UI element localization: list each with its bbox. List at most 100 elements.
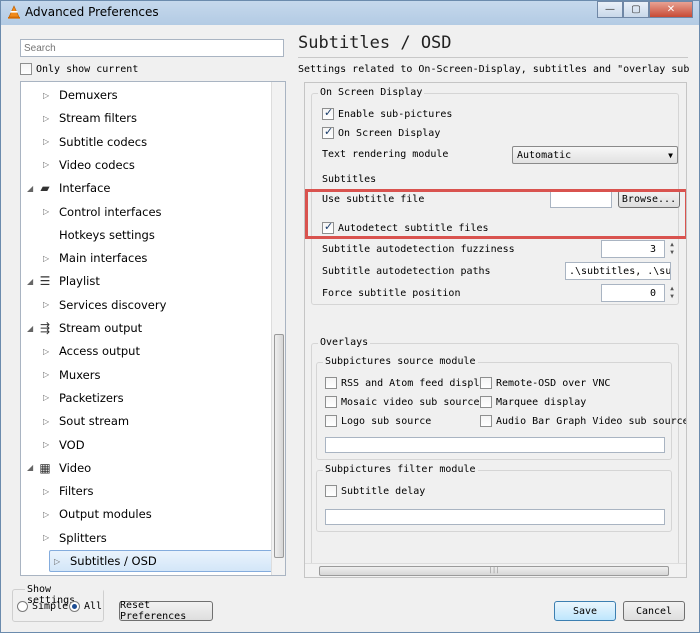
tree-item[interactable]: ▷ Packetizers [21, 387, 271, 409]
tree-item[interactable]: ◢ ▦ Video [21, 457, 271, 479]
tree-item[interactable]: ▷ Control interfaces [21, 201, 271, 223]
tree-item[interactable]: ▷ Subtitle codecs [21, 131, 271, 153]
tree-item[interactable]: ▷ Services discovery [21, 294, 271, 316]
tree-item-label: Video codecs [59, 157, 135, 172]
remote-osd-label: Remote-OSD over VNC [496, 377, 611, 389]
collapse-arrow-icon[interactable]: ▷ [43, 417, 53, 426]
collapse-arrow-icon[interactable]: ▷ [43, 207, 53, 216]
autodetect-paths-input[interactable]: .\subtitles, .\subs [565, 262, 671, 280]
collapse-arrow-icon[interactable]: ▷ [43, 254, 53, 263]
subtitle-delay-option[interactable]: Subtitle delay [325, 485, 425, 497]
subtitle-delay-checkbox[interactable] [325, 485, 337, 497]
enable-subpictures-option[interactable]: Enable sub-pictures [322, 106, 452, 120]
subpictures-filter-group: Subpictures filter module Subtitle delay [316, 464, 672, 532]
on-screen-display-option[interactable]: On Screen Display [322, 125, 441, 139]
tree-item[interactable]: ▷ Filters [21, 480, 271, 502]
tree-scroll-thumb[interactable] [274, 334, 284, 558]
tree-scrollbar[interactable] [271, 82, 285, 575]
only-show-current-label: Only show current [36, 63, 139, 75]
marquee-checkbox[interactable] [480, 396, 492, 408]
logo-option[interactable]: Logo sub source [325, 415, 431, 427]
audio-bar-graph-option[interactable]: Audio Bar Graph Video sub source [480, 415, 686, 427]
collapse-arrow-icon[interactable]: ▷ [43, 533, 53, 542]
settings-scroll-area[interactable]: On Screen Display Enable sub-pictures On… [304, 82, 687, 578]
remote-osd-checkbox[interactable] [480, 377, 492, 389]
collapse-arrow-icon[interactable]: ▷ [43, 440, 53, 449]
collapse-arrow-icon[interactable]: ▷ [43, 347, 53, 356]
collapse-arrow-icon[interactable]: ▷ [43, 370, 53, 379]
category-tree[interactable]: ▷ Subtitles / OSD ▷ Splitters ▷ Output module… [20, 81, 286, 576]
chevron-down-icon: ▼ [668, 150, 673, 160]
enable-subpictures-checkbox[interactable] [322, 106, 334, 120]
tree-item[interactable]: ▷ VOD [21, 434, 271, 456]
playlist-icon: ☰ [39, 274, 51, 289]
marquee-option[interactable]: Marquee display [480, 396, 586, 408]
reset-preferences-button[interactable]: Reset Preferences [119, 600, 213, 622]
tree-item[interactable]: ▷ Demuxers [21, 84, 271, 106]
collapse-arrow-icon[interactable]: ▷ [43, 510, 53, 519]
tree-item[interactable]: ◢ ▰ Interface [21, 177, 271, 199]
remote-osd-option[interactable]: Remote-OSD over VNC [480, 377, 610, 389]
minimize-button[interactable]: — [597, 1, 623, 18]
expand-arrow-icon[interactable]: ◢ [27, 277, 37, 286]
collapse-arrow-icon[interactable]: ▷ [54, 557, 64, 566]
collapse-arrow-icon[interactable]: ▷ [43, 91, 53, 100]
tree-item[interactable]: ▷ Splitters [21, 527, 271, 549]
save-button[interactable]: Save [554, 601, 616, 621]
search-input[interactable] [20, 39, 284, 57]
only-show-current-checkbox[interactable] [20, 63, 32, 75]
source-modules-input[interactable] [325, 437, 665, 453]
maximize-button[interactable]: ▢ [623, 1, 649, 18]
force-position-spin-arrows[interactable]: ▲ ▼ [666, 285, 678, 301]
simple-option[interactable]: Simple [17, 601, 68, 612]
tree-item[interactable]: ▷ Subtitles / OSD [49, 550, 275, 572]
tree-item[interactable]: ▷ Video codecs [21, 154, 271, 176]
collapse-arrow-icon[interactable]: ▷ [43, 114, 53, 123]
collapse-arrow-icon[interactable]: ▷ [43, 393, 53, 402]
horizontal-scroll-thumb[interactable]: ||| [319, 566, 669, 576]
tree-item[interactable]: Hotkeys settings [21, 224, 271, 246]
collapse-arrow-icon[interactable]: ▷ [43, 160, 53, 169]
only-show-current-option[interactable]: Only show current [20, 63, 138, 75]
tree-item-label: Splitters [59, 530, 107, 545]
tree-item[interactable]: ◢ ☰ Playlist [21, 270, 271, 292]
tree-item[interactable]: ▷ Output modules [21, 503, 271, 525]
on-screen-display-checkbox[interactable] [322, 125, 334, 139]
title-bar[interactable]: Advanced Preferences — ▢ ✕ [1, 1, 699, 25]
filter-modules-input[interactable] [325, 509, 665, 525]
collapse-arrow-icon[interactable]: ▷ [43, 137, 53, 146]
all-option[interactable]: All [69, 601, 102, 612]
tree-item-label: Stream output [59, 321, 143, 335]
expand-arrow-icon[interactable]: ◢ [27, 324, 37, 333]
expand-arrow-icon[interactable]: ◢ [27, 184, 37, 193]
collapse-arrow-icon[interactable]: ▷ [43, 300, 53, 309]
simple-radio[interactable] [17, 601, 28, 612]
expand-arrow-icon[interactable]: ◢ [27, 463, 37, 472]
fuzziness-spinbox[interactable]: 3 [601, 240, 665, 258]
cancel-button[interactable]: Cancel [623, 601, 685, 621]
collapse-arrow-icon[interactable]: ▷ [43, 487, 53, 496]
tree-item[interactable]: ▷ Access output [21, 340, 271, 362]
rss-feed-option[interactable]: RSS and Atom feed display [325, 377, 492, 389]
audio-bar-graph-checkbox[interactable] [480, 415, 492, 427]
force-position-spinbox[interactable]: 0 [601, 284, 665, 302]
logo-checkbox[interactable] [325, 415, 337, 427]
marquee-label: Marquee display [496, 396, 587, 408]
on-screen-display-label: On Screen Display [338, 127, 441, 139]
preferences-body: Only show current ▷ Subtitles / OSD ▷ Split… [7, 25, 693, 628]
settings-horizontal-scrollbar[interactable]: ||| [305, 563, 686, 577]
rss-feed-checkbox[interactable] [325, 377, 337, 389]
tree-item[interactable]: ◢ ⇶ Stream output [21, 317, 271, 339]
tree-item[interactable]: ▷ Main interfaces [21, 247, 271, 269]
fuzziness-spin-arrows[interactable]: ▲ ▼ [666, 241, 678, 257]
mosaic-option[interactable]: Mosaic video sub source [325, 396, 479, 408]
tree-item[interactable]: ▷ Stream filters [21, 107, 271, 129]
tree-item[interactable]: ▷ Muxers [21, 364, 271, 386]
all-label: All [84, 601, 103, 612]
text-rendering-select[interactable]: Automatic ▼ [512, 146, 678, 164]
close-button[interactable]: ✕ [649, 1, 693, 18]
mosaic-checkbox[interactable] [325, 396, 337, 408]
all-radio[interactable] [69, 601, 80, 612]
tree-item[interactable]: ▷ Sout stream [21, 410, 271, 432]
subpictures-source-legend: Subpictures source module [323, 356, 478, 367]
